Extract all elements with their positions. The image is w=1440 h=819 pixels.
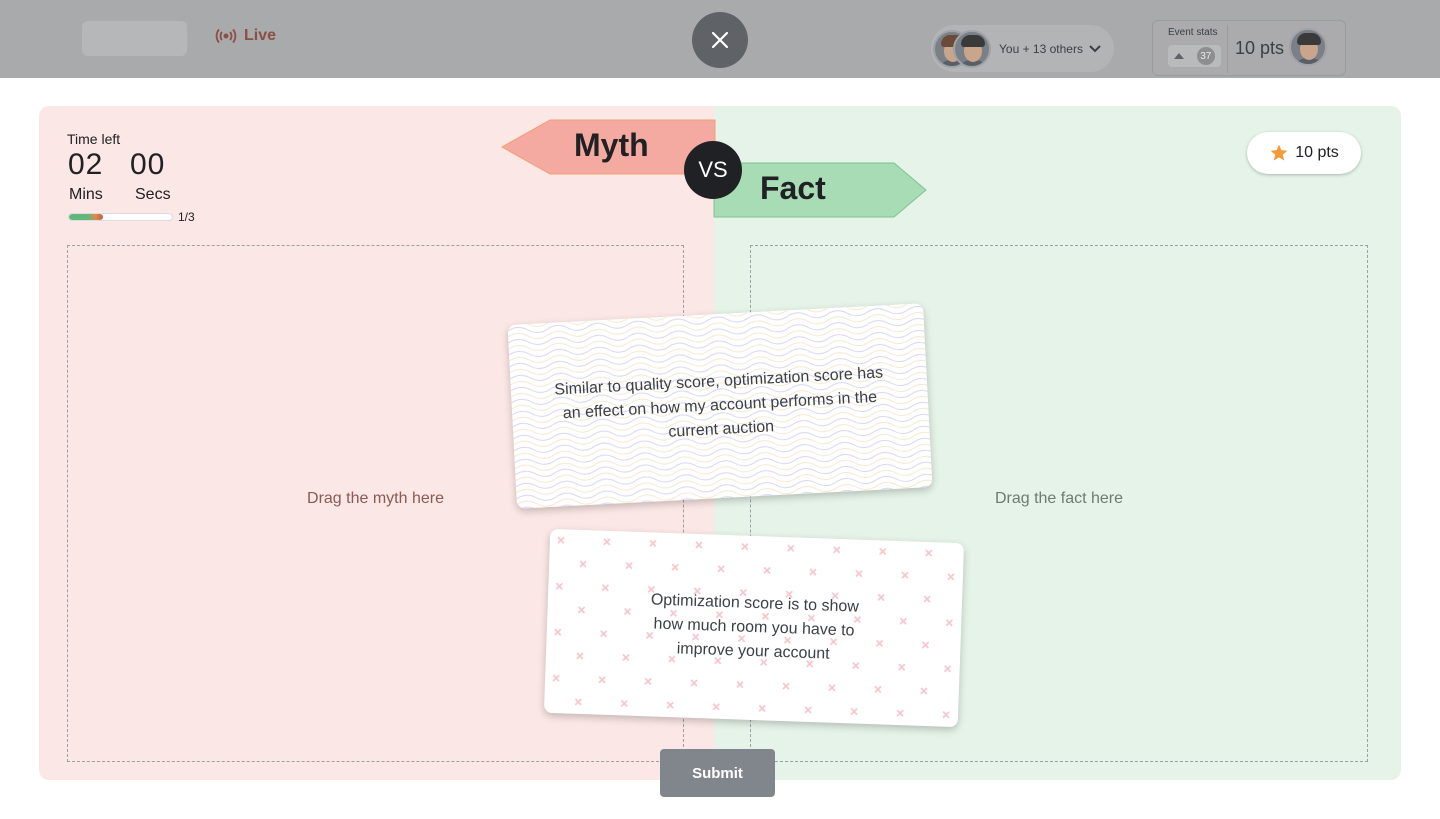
timer-seconds: 00 (130, 148, 166, 181)
myth-title: Myth (574, 127, 649, 163)
statement-card[interactable]: Optimization score is to show how much r… (543, 528, 965, 728)
chevron-down-icon (1089, 44, 1101, 52)
points-badge: 10 pts (1247, 132, 1361, 174)
logo-placeholder (82, 21, 187, 56)
close-icon (711, 31, 729, 49)
statement-card[interactable]: Similar to quality score, optimization s… (507, 303, 933, 509)
statement-card-text: Optimization score is to show how much r… (650, 591, 860, 663)
timer-title: Time left (67, 131, 121, 147)
vs-badge: VS (684, 141, 742, 199)
round-progress-fill (69, 214, 103, 220)
event-stats-chip: 37 (1168, 45, 1221, 67)
avatar (1289, 28, 1327, 66)
timer-seconds-label: Secs (135, 186, 171, 203)
live-indicator: Live (215, 27, 276, 45)
timer-minutes: 02 (68, 148, 104, 181)
fact-title: Fact (760, 170, 826, 206)
round-progress-text: 1/3 (178, 210, 195, 224)
submit-button[interactable]: Submit (660, 749, 775, 797)
event-stats-panel[interactable]: Event stats 37 10 pts (1152, 20, 1346, 76)
fact-dropzone-label: Drag the fact here (994, 490, 1124, 507)
vs-label: VS (698, 157, 728, 182)
star-icon (1270, 144, 1288, 161)
points-badge-label: 10 pts (1295, 144, 1339, 161)
timer-minutes-label: Mins (69, 186, 103, 203)
avatar (953, 29, 991, 68)
close-button[interactable] (692, 12, 748, 68)
event-stats-points: 10 pts (1235, 38, 1285, 58)
divider (1227, 25, 1228, 73)
participants-label: You + 13 others (999, 41, 1083, 56)
live-label: Live (244, 27, 277, 44)
participants-toggle[interactable]: You + 13 others (931, 25, 1114, 72)
event-stats-label: Event stats (1168, 27, 1218, 38)
round-progress-bar (68, 213, 173, 221)
broadcast-icon (215, 28, 237, 44)
event-stats-count: 37 (1196, 47, 1215, 65)
triangle-up-icon (1174, 53, 1185, 59)
